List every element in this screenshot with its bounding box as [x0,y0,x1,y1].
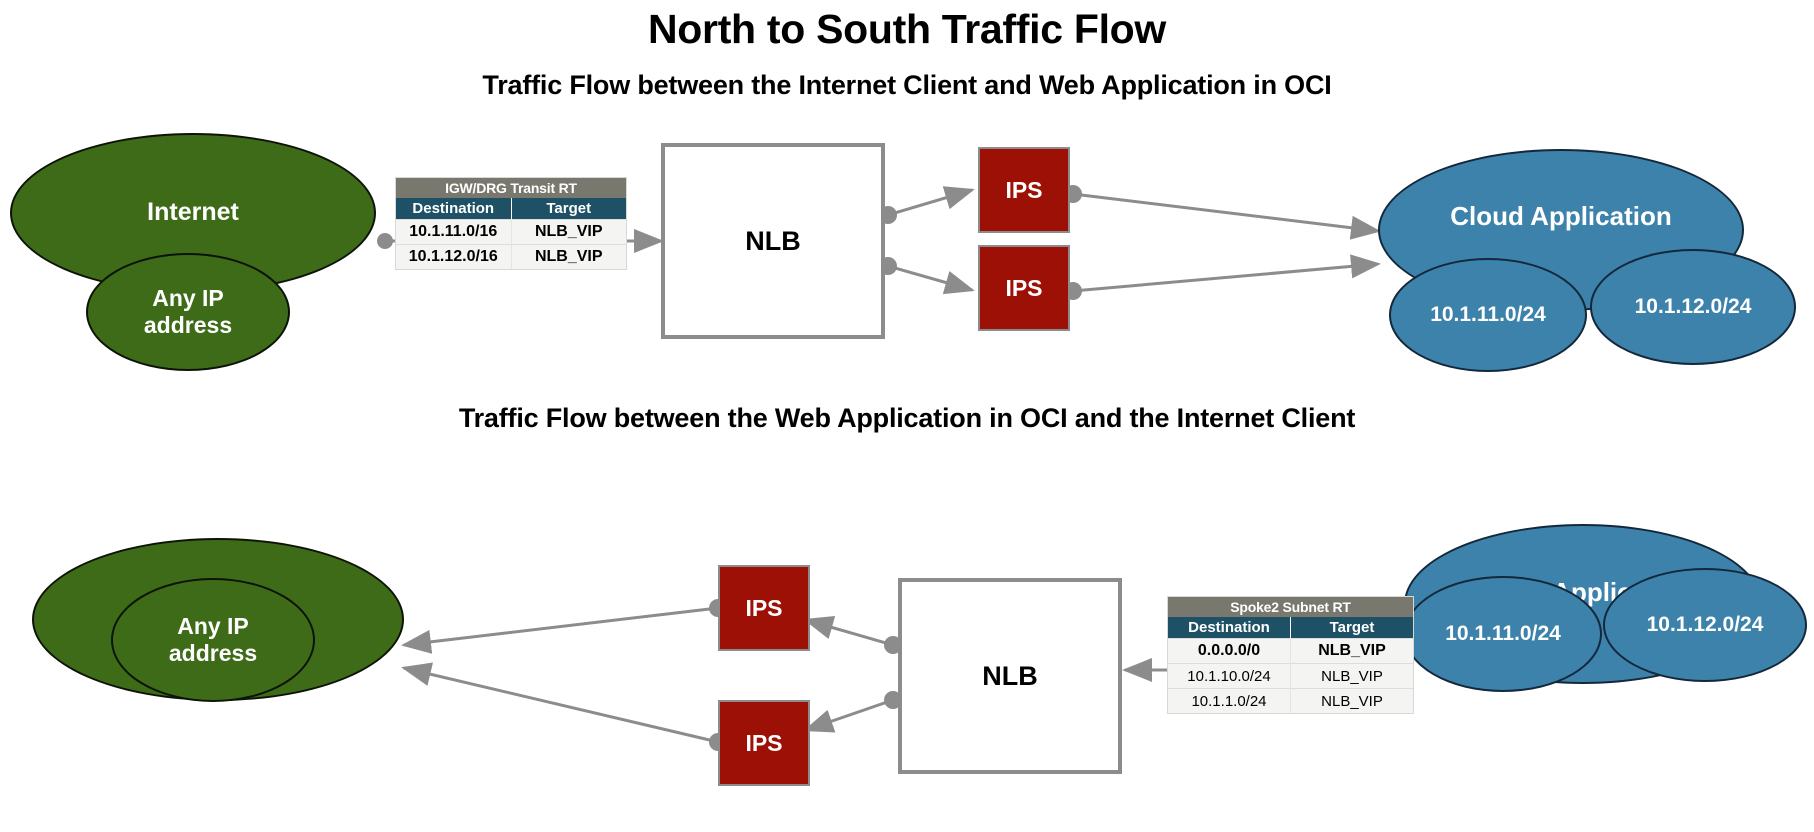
ips-label: IPS [1005,274,1043,301]
table-row[interactable]: 10.1.10.0/24 NLB_VIP [1168,663,1413,689]
subnet-label: 10.1.11.0/24 [1430,302,1546,326]
table-row[interactable]: 10.1.12.0/16 NLB_VIP [396,244,626,269]
table-row[interactable]: 10.1.1.0/24 NLB_VIP [1168,688,1413,713]
table-title-row: Spoke2 Subnet RT [1168,597,1413,617]
nlb-label: NLB [745,225,801,256]
cell-destination: 10.1.10.0/24 [1168,663,1291,689]
subnet-ellipse-bottom-2[interactable]: 10.1.12.0/24 [1603,568,1807,682]
table-row[interactable]: 10.1.11.0/16 NLB_VIP [396,219,626,245]
column-header-destination: Destination [1168,617,1291,639]
any-ip-line-2: address [143,312,233,338]
ips-label: IPS [1005,176,1043,203]
bottom-diagram-subtitle: Traffic Flow between the Web Application… [458,403,1356,433]
top-diagram-subtitle: Traffic Flow between the Internet Client… [482,70,1332,100]
nlb-box-top[interactable]: NLB [661,143,885,339]
cell-target: NLB_VIP [511,244,626,269]
subnet-ellipse-bottom-1[interactable]: 10.1.11.0/24 [1404,576,1602,692]
cell-target: NLB_VIP [511,219,626,245]
cell-destination: 10.1.12.0/16 [396,244,512,269]
table-row[interactable]: 0.0.0.0/0 NLB_VIP [1168,638,1413,664]
table-header-row: Destination Target [396,198,626,220]
subnet-label: 10.1.12.0/24 [1646,612,1764,636]
ips-box-bottom-lower[interactable]: IPS [718,700,810,786]
any-ip-line-1: Any IP [152,284,224,311]
route-table-title: IGW/DRG Transit RT [396,178,626,198]
any-ip-address-label: Any IP address [169,613,257,667]
ips-label: IPS [745,594,783,621]
cell-target: NLB_VIP [1290,663,1413,689]
ips-box-top-lower[interactable]: IPS [978,245,1070,331]
any-ip-address-label: Any IP address [144,285,232,339]
cell-destination: 10.1.1.0/24 [1168,688,1291,713]
any-ip-address-top[interactable]: Any IP address [86,253,290,371]
subnet-label: 10.1.11.0/24 [1445,621,1561,645]
any-ip-line-1: Any IP [177,612,249,639]
ips-box-top-upper[interactable]: IPS [978,147,1070,233]
any-ip-line-2: address [168,640,258,666]
subnet-label: 10.1.12.0/24 [1634,294,1752,318]
connector-dot-internet-top [377,233,393,249]
cell-target: NLB_VIP [1290,638,1413,664]
column-header-target: Target [1290,617,1413,639]
cell-target: NLB_VIP [1290,688,1413,713]
internet-label: Internet [147,198,239,227]
nlb-label: NLB [982,660,1038,691]
table-header-row: Destination Target [1168,617,1413,639]
diagram-canvas: North to South Traffic Flow Traffic Flow… [0,0,1814,832]
page-title: North to South Traffic Flow [647,6,1166,52]
nlb-box-bottom[interactable]: NLB [898,578,1122,774]
subnet-ellipse-top-1[interactable]: 10.1.11.0/24 [1389,258,1587,372]
table-title-row: IGW/DRG Transit RT [396,178,626,198]
column-header-destination: Destination [396,198,512,220]
ips-label: IPS [745,729,783,756]
cloud-application-label: Cloud Application [1450,200,1672,231]
cell-destination: 0.0.0.0/0 [1168,638,1291,664]
spoke2-subnet-route-table[interactable]: Spoke2 Subnet RT Destination Target 0.0.… [1168,597,1413,713]
subnet-ellipse-top-2[interactable]: 10.1.12.0/24 [1590,249,1796,365]
ips-box-bottom-upper[interactable]: IPS [718,565,810,651]
cell-destination: 10.1.11.0/16 [396,219,512,245]
column-header-target: Target [511,198,626,220]
igw-drg-transit-route-table[interactable]: IGW/DRG Transit RT Destination Target 10… [396,178,626,269]
any-ip-address-bottom[interactable]: Any IP address [111,578,315,702]
route-table-title: Spoke2 Subnet RT [1168,597,1413,617]
